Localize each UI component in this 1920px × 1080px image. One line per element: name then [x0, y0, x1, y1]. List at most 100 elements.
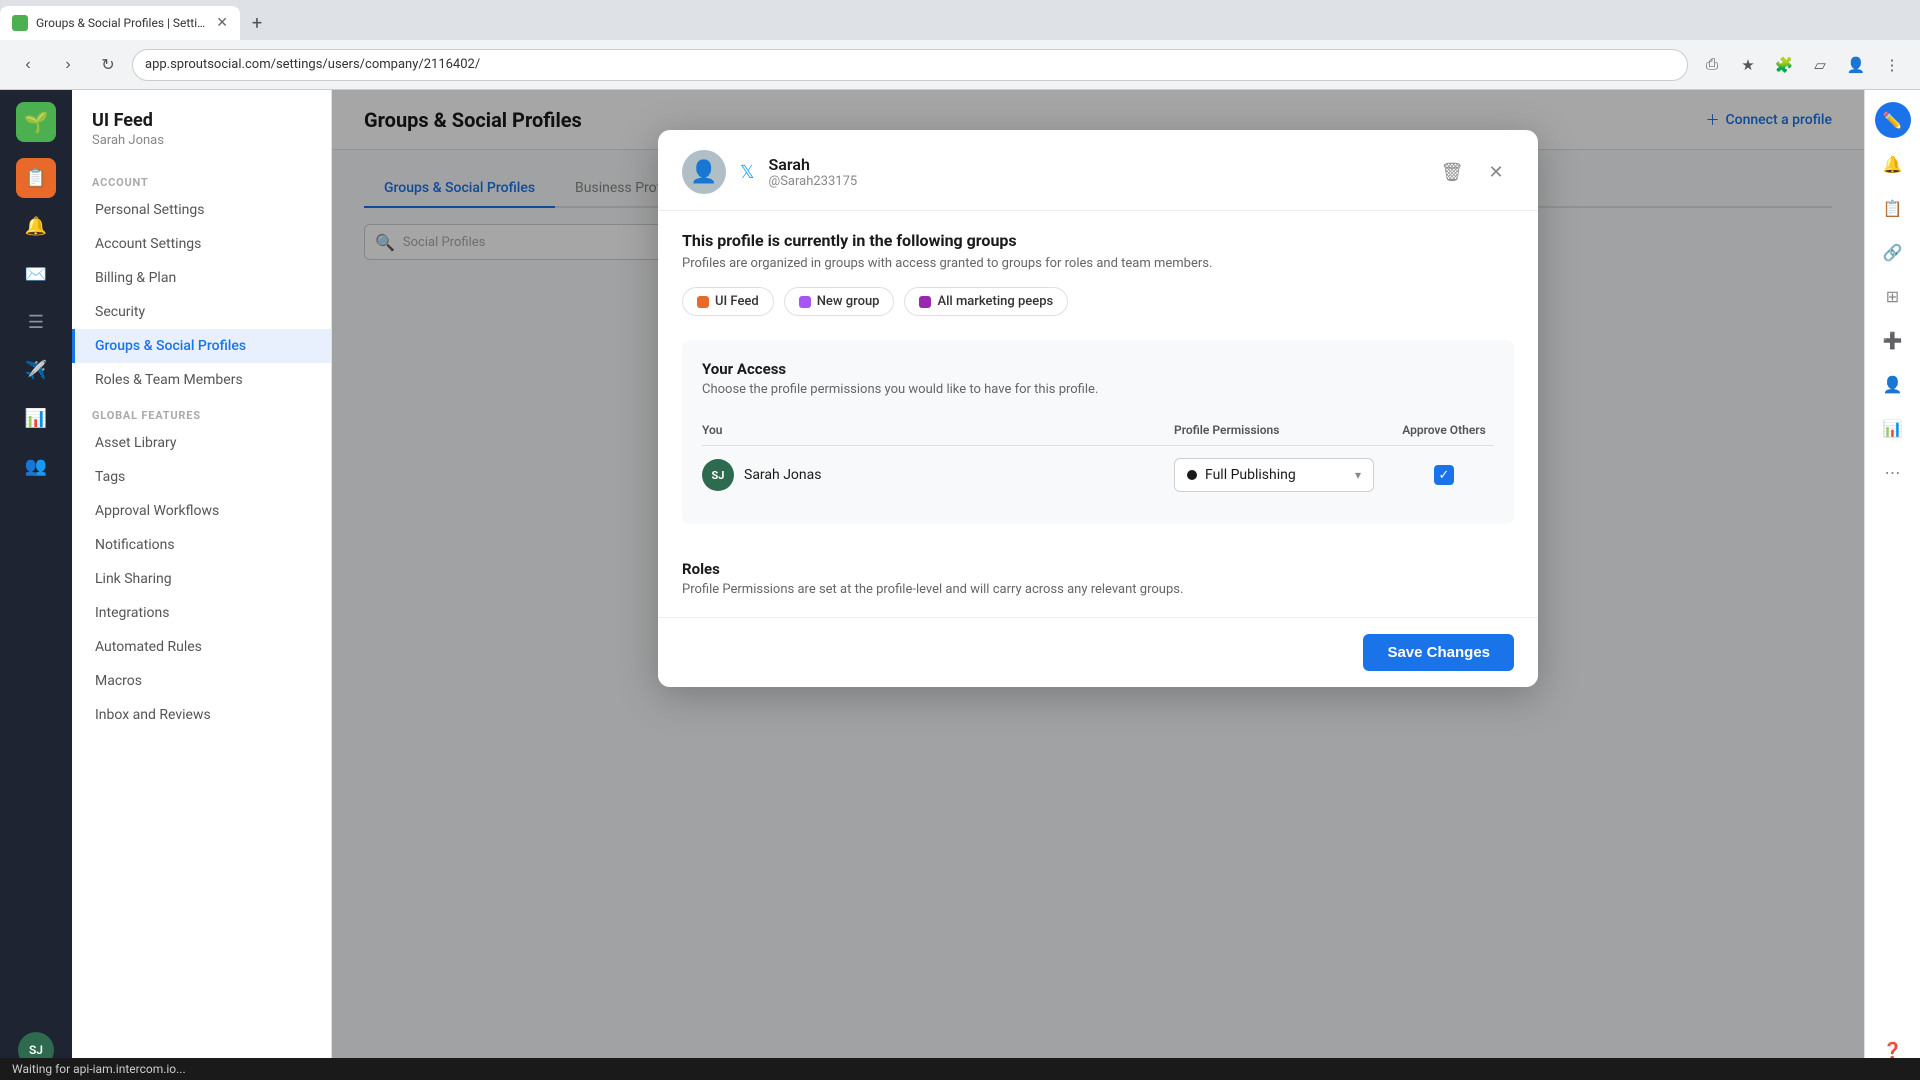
- browser-tabs: Groups & Social Profiles | Settin... ✕ +: [0, 0, 1920, 40]
- main-content: Groups & Social Profiles ＋ Connect a pro…: [332, 90, 1864, 1080]
- forward-button[interactable]: ›: [52, 49, 84, 81]
- user-initials-badge: SJ: [702, 459, 734, 491]
- modal-user-avatar: 👤: [682, 150, 726, 194]
- group-dot-ui-feed: [697, 296, 709, 308]
- add-panel-icon[interactable]: ➕: [1875, 322, 1911, 358]
- browser-nav-bar: ‹ › ↻ app.sproutsocial.com/settings/user…: [0, 40, 1920, 90]
- back-button[interactable]: ‹: [12, 49, 44, 81]
- dropdown-arrow-icon: ▾: [1355, 468, 1361, 482]
- access-heading: Your Access: [702, 360, 1494, 378]
- modal-user-name: Sarah: [769, 155, 1420, 174]
- sidebar-item-asset-library[interactable]: Asset Library: [72, 426, 331, 460]
- sidebar-item-billing-plan[interactable]: Billing & Plan: [72, 261, 331, 295]
- close-modal-button[interactable]: ✕: [1478, 154, 1514, 190]
- modal-header-actions: 🗑 ✕: [1434, 154, 1514, 190]
- profile-modal: 👤 𝕏 Sarah @Sarah233175 🗑 ✕: [658, 130, 1538, 687]
- left-nav: UI Feed Sarah Jonas Account Personal Set…: [72, 90, 332, 1080]
- modal-user-twitter-icon-container: 𝕏: [740, 162, 755, 183]
- sidebar-item-tags[interactable]: Tags: [72, 460, 331, 494]
- modal-header: 👤 𝕏 Sarah @Sarah233175 🗑 ✕: [658, 130, 1538, 211]
- sidebar-item-notifications[interactable]: 🔔: [16, 206, 56, 246]
- tab-title: Groups & Social Profiles | Settin...: [36, 16, 208, 30]
- permission-dot: [1187, 470, 1197, 480]
- tasks-panel-icon[interactable]: 📋: [1875, 190, 1911, 226]
- browser-tab-active[interactable]: Groups & Social Profiles | Settin... ✕: [0, 6, 240, 40]
- edit-icon[interactable]: ✏️: [1875, 102, 1911, 138]
- group-tag-new-group[interactable]: New group: [784, 287, 895, 316]
- groups-desc: Profiles are organized in groups with ac…: [682, 256, 1514, 271]
- left-nav-header: UI Feed Sarah Jonas: [72, 110, 331, 164]
- save-changes-button[interactable]: Save Changes: [1363, 634, 1514, 671]
- sidebar-item-publish[interactable]: ✈️: [16, 350, 56, 390]
- sidebar-item-link-sharing[interactable]: Link Sharing: [72, 562, 331, 596]
- grid-panel-icon[interactable]: ⊞: [1875, 278, 1911, 314]
- approve-checkbox[interactable]: ✓: [1434, 465, 1454, 485]
- address-text: app.sproutsocial.com/settings/users/comp…: [145, 57, 480, 72]
- access-desc: Choose the profile permissions you would…: [702, 382, 1494, 397]
- global-features-section-label: Global Features: [72, 397, 331, 426]
- sidebar-item-account-settings[interactable]: Account Settings: [72, 227, 331, 261]
- modal-body: This profile is currently in the followi…: [658, 211, 1538, 617]
- sidebar: 🌱 📋 🔔 ✉️ ☰ ✈️ 📊 👥 SJ: [0, 90, 72, 1080]
- extensions-button[interactable]: 🧩: [1768, 49, 1800, 81]
- tab-favicon: [12, 15, 28, 31]
- link-panel-icon[interactable]: 🔗: [1875, 234, 1911, 270]
- groups-section: This profile is currently in the followi…: [658, 211, 1538, 340]
- analytics-panel-icon[interactable]: 📊: [1875, 410, 1911, 446]
- modal-footer: Save Changes: [658, 617, 1538, 687]
- share-button[interactable]: ⎙: [1696, 49, 1728, 81]
- sidebar-item-groups-social-profiles[interactable]: Groups & Social Profiles: [72, 329, 331, 363]
- sidebar-item-personal-settings[interactable]: Personal Settings: [72, 193, 331, 227]
- notifications-panel-icon[interactable]: 🔔: [1875, 146, 1911, 182]
- modal-scroll-container: This profile is currently in the followi…: [658, 211, 1538, 617]
- sidebar-toggle-button[interactable]: ▱: [1804, 49, 1836, 81]
- tab-close-icon[interactable]: ✕: [216, 15, 228, 31]
- sidebar-item-inbox-reviews[interactable]: Inbox and Reviews: [72, 698, 331, 732]
- browser-chrome: Groups & Social Profiles | Settin... ✕ +…: [0, 0, 1920, 90]
- status-bar: Waiting for api-iam.intercom.io...: [0, 1058, 1920, 1080]
- permission-label: Full Publishing: [1205, 467, 1347, 483]
- approve-cell: ✓: [1394, 465, 1494, 485]
- sidebar-item-tasks[interactable]: ☰: [16, 302, 56, 342]
- users-panel-icon[interactable]: 👤: [1875, 366, 1911, 402]
- sidebar-item-reports[interactable]: 📊: [16, 398, 56, 438]
- nav-actions: ⎙ ★ 🧩 ▱ 👤 ⋮: [1696, 49, 1908, 81]
- sidebar-item-macros[interactable]: Macros: [72, 664, 331, 698]
- sidebar-item-notifications[interactable]: Notifications: [72, 528, 331, 562]
- app-layout: 🌱 📋 🔔 ✉️ ☰ ✈️ 📊 👥 SJ UI Feed Sarah Jonas…: [0, 90, 1920, 1080]
- delete-profile-button[interactable]: 🗑: [1434, 154, 1470, 190]
- more-panel-icon[interactable]: ⋯: [1875, 454, 1911, 490]
- access-table-header: You Profile Permissions Approve Others: [702, 415, 1494, 446]
- col-perms-header: Profile Permissions: [1174, 423, 1394, 437]
- group-dot-all-marketing: [919, 296, 931, 308]
- sidebar-item-automated-rules[interactable]: Automated Rules: [72, 630, 331, 664]
- sidebar-item-integrations[interactable]: Integrations: [72, 596, 331, 630]
- user-name-cell: Sarah Jonas: [744, 467, 821, 483]
- menu-button[interactable]: ⋮: [1876, 49, 1908, 81]
- refresh-button[interactable]: ↻: [92, 49, 124, 81]
- address-bar[interactable]: app.sproutsocial.com/settings/users/comp…: [132, 49, 1688, 81]
- sidebar-item-security[interactable]: Security: [72, 295, 331, 329]
- sidebar-item-messages[interactable]: ✉️: [16, 254, 56, 294]
- new-tab-button[interactable]: +: [240, 6, 274, 40]
- group-tag-all-marketing[interactable]: All marketing peeps: [904, 287, 1068, 316]
- sidebar-logo[interactable]: 🌱: [16, 102, 56, 142]
- status-message: Waiting for api-iam.intercom.io...: [12, 1062, 186, 1076]
- right-panel: ✏️ 🔔 📋 🔗 ⊞ ➕ 👤 📊 ⋯ ❓: [1864, 90, 1920, 1080]
- access-section: Your Access Choose the profile permissio…: [682, 340, 1514, 524]
- left-nav-title: UI Feed: [92, 110, 311, 131]
- sidebar-item-roles-team-members[interactable]: Roles & Team Members: [72, 363, 331, 397]
- sidebar-item-feeds[interactable]: 📋: [16, 158, 56, 198]
- group-tag-ui-feed[interactable]: UI Feed: [682, 287, 774, 316]
- permission-cell: Full Publishing ▾: [1174, 458, 1394, 492]
- col-you-header: You: [702, 423, 1174, 437]
- bookmark-button[interactable]: ★: [1732, 49, 1764, 81]
- sidebar-item-users[interactable]: 👥: [16, 446, 56, 486]
- access-table: You Profile Permissions Approve Others S…: [702, 415, 1494, 504]
- twitter-icon: 𝕏: [740, 162, 755, 183]
- profile-button[interactable]: 👤: [1840, 49, 1872, 81]
- modal-user-handle: @Sarah233175: [769, 174, 1420, 189]
- permission-dropdown[interactable]: Full Publishing ▾: [1174, 458, 1374, 492]
- groups-heading: This profile is currently in the followi…: [682, 231, 1514, 250]
- sidebar-item-approval-workflows[interactable]: Approval Workflows: [72, 494, 331, 528]
